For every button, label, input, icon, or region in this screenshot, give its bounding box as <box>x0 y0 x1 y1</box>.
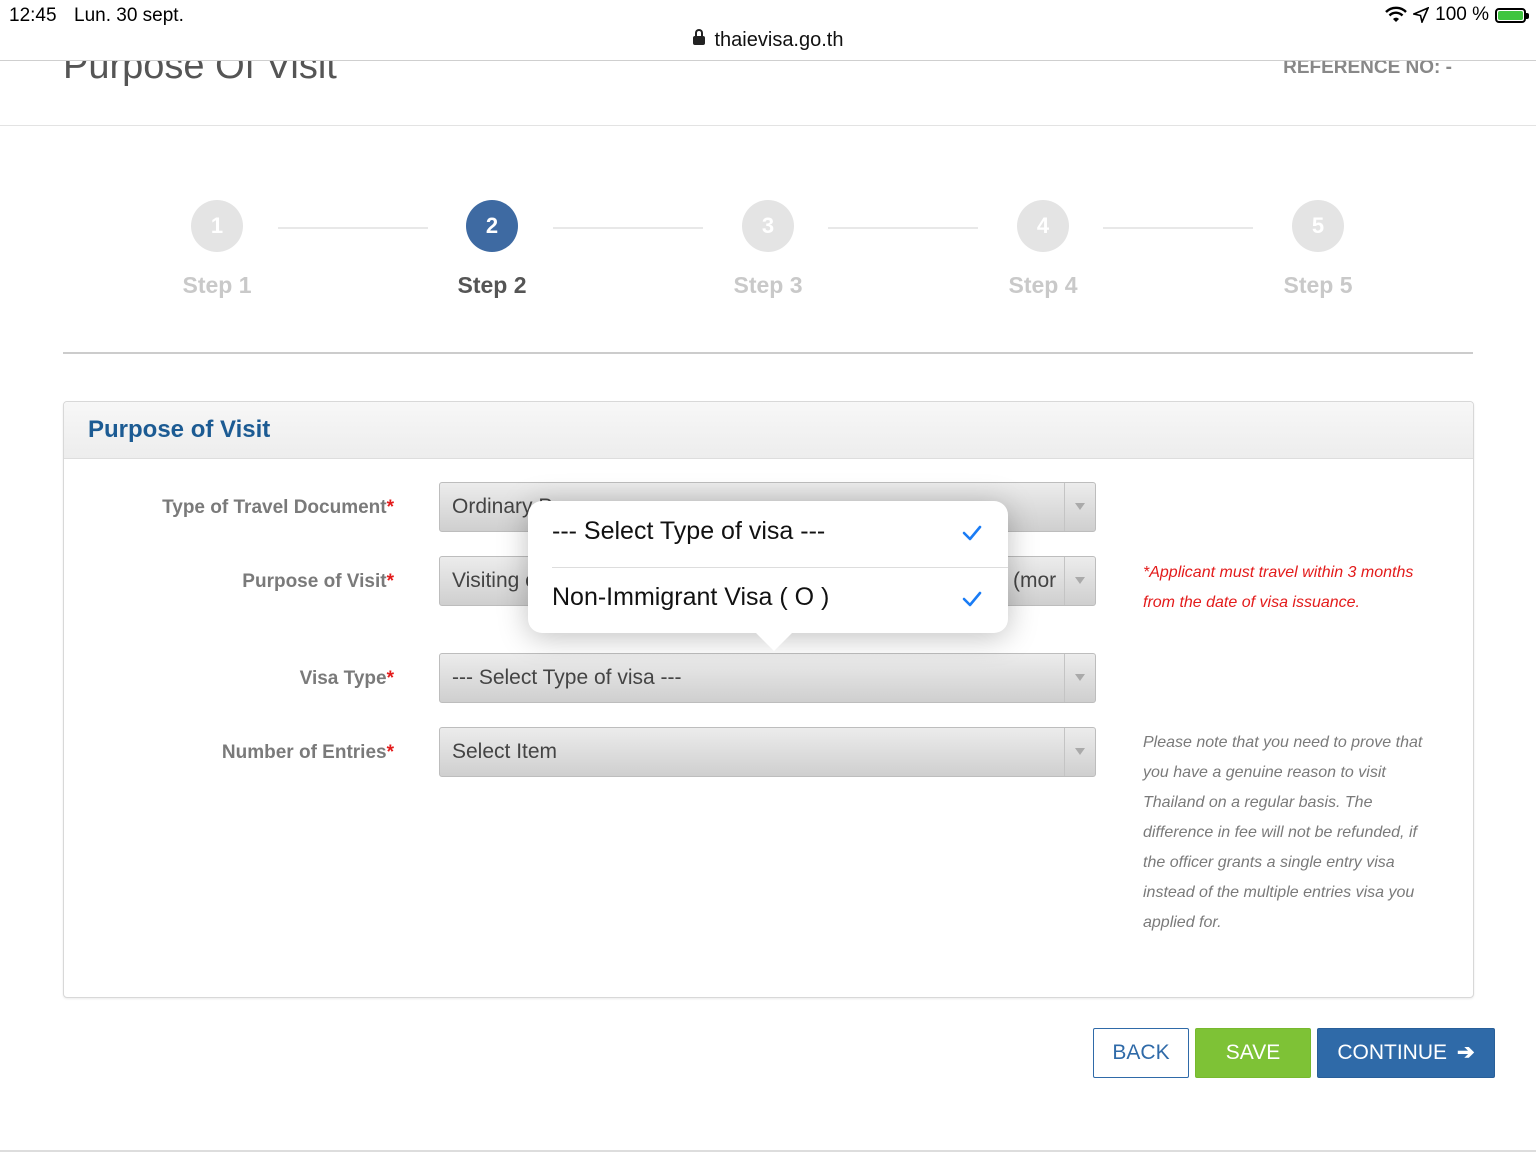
url-text: thaievisa.go.th <box>714 29 844 51</box>
step-number: 3 <box>742 200 794 252</box>
step-3: 3 Step 3 <box>688 190 848 299</box>
checkmark-icon <box>962 591 982 607</box>
back-button[interactable]: BACK <box>1093 1028 1189 1078</box>
checkmark-icon <box>962 525 982 541</box>
step-2: 2 Step 2 <box>412 190 572 299</box>
step-number: 2 <box>466 200 518 252</box>
reference-number: REFERENCE NO: - <box>1283 61 1452 78</box>
status-date: Lun. 30 sept. <box>74 5 184 26</box>
step-number: 4 <box>1017 200 1069 252</box>
status-indicators: 100 % <box>1385 4 1529 26</box>
section-divider <box>63 352 1473 354</box>
select-value: Select Item <box>452 740 558 763</box>
step-label: Step 5 <box>1283 272 1353 298</box>
step-5: 5 Step 5 <box>1238 190 1398 299</box>
step-label: Step 1 <box>182 272 252 298</box>
step-connector <box>1103 227 1253 229</box>
page-header: Purpose Of Visit REFERENCE NO: - <box>0 61 1536 126</box>
address-bar[interactable]: thaievisa.go.th <box>0 29 1536 52</box>
picker-option[interactable]: Non-Immigrant Visa ( O ) <box>528 567 1008 633</box>
step-number: 5 <box>1292 200 1344 252</box>
visa-type-picker: --- Select Type of visa --- Non-Immigran… <box>528 501 1008 651</box>
step-connector <box>828 227 978 229</box>
chevron-down-icon <box>1064 728 1095 776</box>
chevron-down-icon <box>1064 557 1095 605</box>
step-4: 4 Step 4 <box>963 190 1123 299</box>
save-button[interactable]: SAVE <box>1195 1028 1311 1078</box>
arrow-right-icon: ➔ <box>1457 1041 1475 1064</box>
step-label: Step 3 <box>733 272 803 298</box>
step-1: 1 Step 1 <box>137 190 297 299</box>
step-label: Step 4 <box>1008 272 1078 298</box>
panel-header: Purpose of Visit <box>64 402 1473 459</box>
chevron-down-icon <box>1064 483 1095 531</box>
visa-type-select[interactable]: --- Select Type of visa --- <box>439 653 1096 703</box>
continue-label: CONTINUE <box>1337 1041 1448 1064</box>
status-bar: 12:45 Lun. 30 sept. thaievisa.go.th 100 … <box>0 0 1536 61</box>
step-label: Step 2 <box>457 272 527 298</box>
option-label: --- Select Type of visa --- <box>552 517 826 545</box>
location-arrow-icon <box>1413 7 1430 23</box>
continue-button[interactable]: CONTINUE ➔ <box>1317 1028 1495 1078</box>
visa-type-label: Visa Type* <box>299 668 394 689</box>
picker-option[interactable]: --- Select Type of visa --- <box>528 501 1008 567</box>
option-label: Non-Immigrant Visa ( O ) <box>552 583 830 611</box>
entries-label: Number of Entries* <box>221 742 394 763</box>
travel-document-label: Type of Travel Document* <box>162 497 394 518</box>
wifi-icon <box>1385 6 1407 22</box>
chevron-down-icon <box>1064 654 1095 702</box>
battery-icon <box>1495 7 1529 23</box>
step-number: 1 <box>191 200 243 252</box>
battery-percent: 100 % <box>1435 4 1489 25</box>
lock-icon <box>692 29 705 45</box>
purpose-label: Purpose of Visit* <box>242 571 394 592</box>
page-title: Purpose Of Visit <box>63 61 337 87</box>
travel-window-note: *Applicant must travel within 3 months f… <box>1143 564 1414 611</box>
entries-select[interactable]: Select Item <box>439 727 1096 777</box>
entries-note: Please note that you need to prove that … <box>1143 734 1423 931</box>
stepper: 1 Step 1 2 Step 2 3 Step 3 4 Step 4 5 St… <box>0 190 1536 320</box>
select-value: Visiting c <box>452 569 536 592</box>
select-value-tail: (mor <box>1013 569 1057 592</box>
panel-title: Purpose of Visit <box>88 416 271 443</box>
status-time: 12:45 <box>9 5 57 26</box>
step-connector <box>278 227 428 229</box>
select-value: --- Select Type of visa --- <box>452 666 682 689</box>
step-connector <box>553 227 703 229</box>
